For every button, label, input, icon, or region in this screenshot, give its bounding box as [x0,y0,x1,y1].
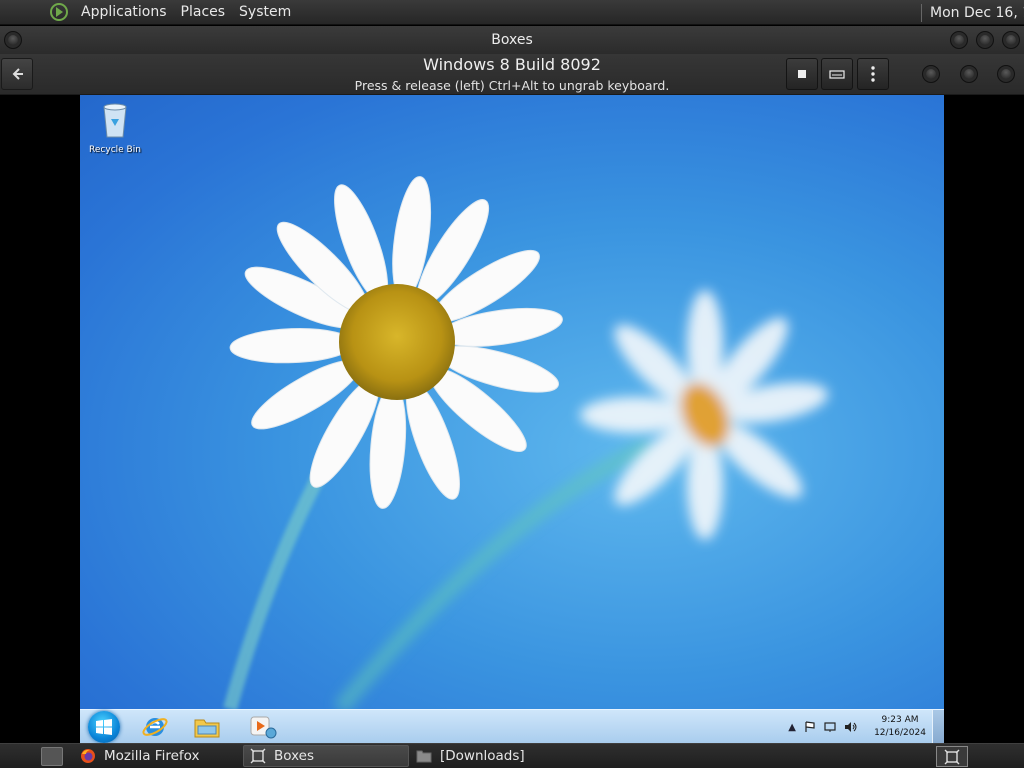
square-icon [798,70,806,78]
window-menu-button[interactable] [4,31,22,49]
workspace-icon [944,749,960,764]
bottom-panel: Mozilla Firefox Boxes [Downloads] [0,743,1024,768]
folder-icon [416,750,432,763]
boxes-icon [250,748,266,764]
menu-system[interactable]: System [232,4,298,20]
menu-places[interactable]: Places [174,4,233,20]
internet-explorer-icon [142,718,168,736]
task-boxes[interactable]: Boxes [243,745,409,767]
close-button[interactable] [1002,31,1020,49]
task-label: Boxes [274,748,315,764]
panel-clock[interactable]: Mon Dec 16, 12: [930,5,1024,21]
media-player-icon [250,716,277,739]
daisy-wallpaper [223,176,829,709]
headerbar-close-button[interactable] [997,65,1015,83]
desktop-icon-recycle-bin[interactable]: Recycle Bin [84,101,146,155]
show-hidden-icons-icon[interactable]: ▲ [788,722,796,733]
kebab-menu-icon [871,66,875,82]
task-label: Mozilla Firefox [104,748,200,764]
taskbar-media-player[interactable] [240,711,286,743]
distro-logo-icon[interactable] [49,2,69,22]
boxes-headerbar: Windows 8 Build 8092 Press & release (le… [0,54,1024,95]
action-center-flag-icon[interactable] [804,721,816,733]
task-downloads[interactable]: [Downloads] [410,745,580,767]
window-title: Boxes [491,32,533,48]
headerbar-maximize-button[interactable] [960,65,978,83]
vm-display[interactable]: Recycle Bin ▲ 9:23 AM 12/16/2024 [80,95,944,743]
show-desktop-button[interactable] [932,710,944,743]
workspace-switcher[interactable] [936,746,968,767]
recycle-bin-icon [103,103,127,138]
taskbar-internet-explorer[interactable] [132,711,178,743]
taskbar-clock-date: 12/16/2024 [874,728,926,738]
task-label: [Downloads] [440,748,525,764]
top-panel: Applications Places System Mon Dec 16, 1… [0,0,1024,25]
fullscreen-button[interactable] [786,58,818,90]
recycle-bin-label: Recycle Bin [89,145,141,155]
firefox-icon [81,749,95,763]
taskbar-file-explorer[interactable] [184,711,230,743]
headerbar-minimize-button[interactable] [922,65,940,83]
system-tray: ▲ 9:23 AM 12/16/2024 [784,710,930,743]
start-button[interactable] [82,710,126,743]
taskbar-clock-time: 9:23 AM [881,715,919,725]
task-firefox[interactable]: Mozilla Firefox [74,745,238,767]
menu-applications[interactable]: Applications [74,4,174,20]
more-options-button[interactable] [857,58,889,90]
panel-separator [921,3,922,22]
network-icon[interactable] [824,721,836,733]
keyboard-icon [829,70,845,79]
file-explorer-icon [194,719,220,738]
window-titlebar[interactable]: Boxes [0,26,1024,54]
show-desktop-icon[interactable] [41,747,63,766]
maximize-button[interactable] [976,31,994,49]
taskbar-clock[interactable]: 9:23 AM 12/16/2024 [870,714,930,740]
minimize-button[interactable] [950,31,968,49]
keyboard-button[interactable] [821,58,853,90]
windows-taskbar: ▲ 9:23 AM 12/16/2024 [80,709,944,743]
windows-logo-icon [96,719,112,735]
volume-icon[interactable] [844,721,858,733]
